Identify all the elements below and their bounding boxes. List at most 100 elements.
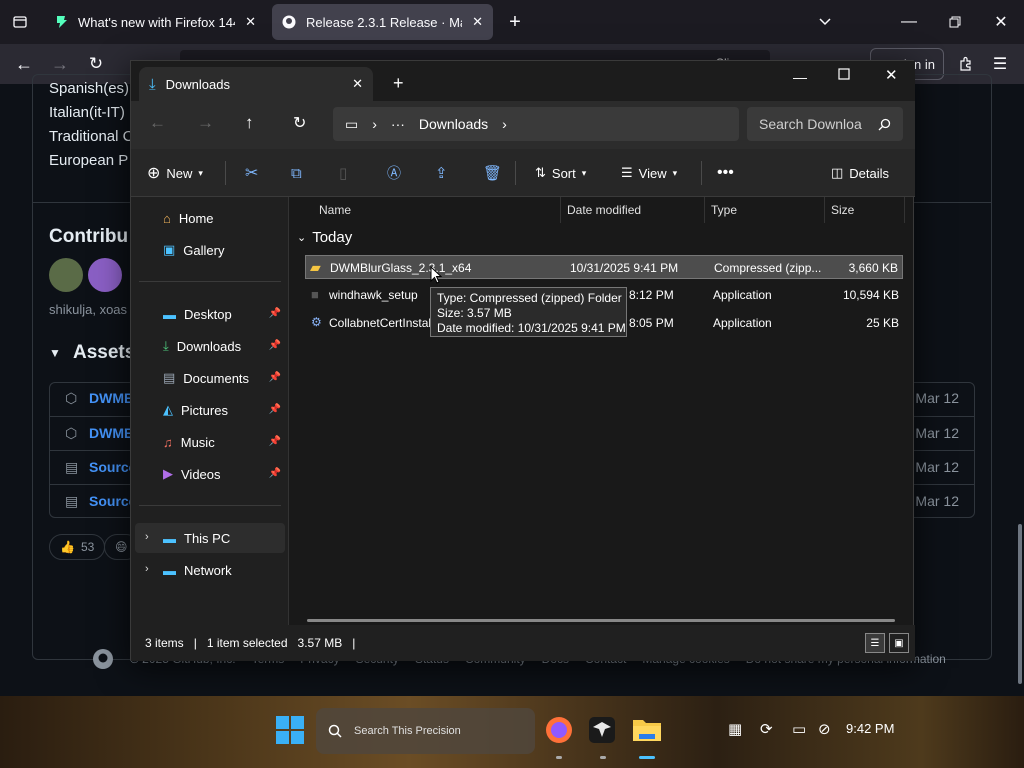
avatar[interactable] [88, 258, 122, 292]
paste-icon[interactable]: ▯ [339, 161, 347, 185]
nav-item-downloads[interactable]: ⤓ Downloads 📌 [135, 331, 285, 361]
reload-icon[interactable]: ↻ [84, 52, 108, 76]
copy-icon[interactable]: ⧉ [291, 161, 302, 185]
maximize-icon[interactable] [942, 10, 968, 34]
thumbs-up-icon: 👍 [60, 540, 75, 554]
search-icon [878, 118, 891, 130]
asset-link[interactable]: DWMB [89, 390, 134, 406]
package-icon: ⬡ [65, 425, 78, 441]
asset-link[interactable]: DWMB [89, 425, 134, 441]
nav-label: This PC [184, 530, 231, 546]
chevron-down-icon[interactable] [812, 10, 838, 34]
sync-alert-icon[interactable]: ⟳ [760, 720, 773, 738]
assets-heading[interactable]: Assets [73, 342, 135, 364]
taskbar-search[interactable]: Search This Precision [316, 708, 535, 754]
nav-item-this-pc[interactable]: › ▬ This PC [135, 523, 285, 553]
view-button[interactable]: ☰ View ▾ [621, 161, 677, 185]
caret-down-icon[interactable]: ▼ [49, 346, 61, 360]
tab-list-icon[interactable] [6, 10, 34, 34]
file-row[interactable]: ▰ DWMBlurGlass_2.3.1_x64 10/31/2025 9:41… [305, 255, 903, 279]
chevron-right-icon[interactable]: › [502, 116, 507, 132]
chevron-right-icon[interactable]: › [372, 116, 377, 132]
back-arrow-icon[interactable]: ← [149, 113, 166, 133]
close-tab-icon[interactable]: ✕ [352, 76, 363, 92]
nav-item-gallery[interactable]: ▣ Gallery [135, 235, 285, 265]
details-view-icon[interactable]: ☰ [865, 633, 885, 653]
rename-icon[interactable]: Ⓐ [387, 161, 401, 185]
tab-title: What's new with Firefox 144 [78, 14, 236, 30]
firefox-app-icon[interactable] [541, 712, 577, 748]
share-icon[interactable]: ⇪ [435, 161, 448, 185]
nav-label: Music [180, 434, 215, 450]
ellipsis-icon[interactable]: ··· [391, 116, 405, 132]
cut-icon[interactable]: ✂ [245, 161, 258, 185]
nav-label: Home [178, 210, 214, 226]
address-bar[interactable]: ▭ › ··· Downloads › [333, 107, 739, 141]
tab-github-release[interactable]: Release 2.3.1 Release · Maplesp ✕ [272, 4, 493, 40]
delete-icon[interactable]: 🗑 [483, 161, 502, 185]
forward-arrow-icon[interactable]: → [48, 52, 72, 76]
forward-arrow-icon[interactable]: → [197, 113, 214, 133]
monitor-icon: ▬ [163, 530, 176, 546]
nav-item-videos[interactable]: ▶ Videos 📌 [135, 459, 285, 489]
nav-item-pictures[interactable]: ◭ Pictures 📌 [135, 395, 285, 425]
nav-item-network[interactable]: › ▬ Network [135, 555, 285, 585]
nav-item-music[interactable]: ♫ Music 📌 [135, 427, 285, 457]
close-window-icon[interactable]: ✕ [988, 10, 1014, 34]
extensions-icon[interactable] [954, 52, 978, 76]
column-header-type[interactable]: Type [705, 197, 825, 223]
asset-date: Mar 12 [915, 493, 959, 509]
pin-icon[interactable]: 📌 [269, 404, 281, 415]
pin-icon[interactable]: 📌 [269, 436, 281, 447]
pin-icon[interactable]: 📌 [269, 468, 281, 479]
chevron-down-icon: ▾ [581, 167, 587, 178]
display-icon[interactable]: ▭ [792, 720, 806, 738]
close-tab-icon[interactable]: ✕ [472, 14, 483, 30]
tab-firefox-whats-new[interactable]: What's new with Firefox 144 ✕ [44, 4, 266, 40]
nav-item-documents[interactable]: ▤ Documents 📌 [135, 363, 285, 393]
nav-item-home[interactable]: ⌂ Home [135, 203, 285, 233]
minimize-icon[interactable]: — [793, 69, 807, 85]
group-header-today[interactable]: ⌄ Today [297, 229, 352, 246]
column-header-name[interactable]: Name [313, 197, 561, 223]
chevron-right-icon[interactable]: › [145, 563, 149, 575]
close-tab-icon[interactable]: ✕ [245, 14, 256, 30]
page-scrollbar[interactable] [1018, 524, 1022, 684]
file-explorer-app-icon[interactable] [629, 712, 665, 748]
windows-start-icon[interactable] [272, 712, 308, 748]
horizontal-scrollbar[interactable] [307, 619, 895, 622]
up-arrow-icon[interactable]: ↑ [245, 113, 254, 133]
nav-item-desktop[interactable]: ▬ Desktop 📌 [135, 299, 285, 329]
breadcrumb-downloads[interactable]: Downloads [419, 116, 488, 132]
sort-button[interactable]: ⇅ Sort ▾ [535, 161, 586, 185]
column-header-date[interactable]: Date modified [561, 197, 705, 223]
details-button[interactable]: ◫ Details [831, 161, 889, 185]
status-separator: | [193, 636, 197, 650]
close-window-icon[interactable]: ✕ [885, 66, 898, 84]
pin-icon[interactable]: 📌 [269, 308, 281, 319]
installer-icon: ⚙ [311, 315, 322, 329]
avatar[interactable] [49, 258, 83, 292]
hamburger-menu-icon[interactable]: ☰ [988, 52, 1012, 76]
refresh-icon[interactable]: ↻ [293, 113, 306, 133]
new-tab-icon[interactable]: + [502, 10, 528, 34]
more-options-icon[interactable]: ••• [717, 161, 734, 185]
minimize-icon[interactable]: — [896, 10, 922, 34]
pin-icon[interactable]: 📌 [269, 372, 281, 383]
qr-code-icon[interactable]: ▦ [728, 720, 742, 738]
column-label: Size [831, 203, 855, 217]
new-tab-icon[interactable]: + [393, 73, 404, 94]
chevron-right-icon[interactable]: › [145, 531, 149, 543]
reaction-thumbs-up[interactable]: 👍 53 [49, 534, 106, 560]
tiles-view-icon[interactable]: ▣ [889, 633, 909, 653]
back-arrow-icon[interactable]: ← [12, 52, 36, 76]
explorer-tab-downloads[interactable]: ⤓ Downloads ✕ [139, 67, 373, 101]
maximize-icon[interactable] [837, 67, 851, 84]
search-input[interactable]: Search Downloa [747, 107, 903, 141]
column-header-size[interactable]: Size [825, 197, 905, 223]
clock[interactable]: 9:42 PM [846, 721, 894, 736]
network-status-icon[interactable]: ⊘ [818, 720, 831, 738]
eagle-app-icon[interactable] [584, 712, 620, 748]
pin-icon[interactable]: 📌 [269, 340, 281, 351]
new-button[interactable]: ⊕ New ▾ [147, 161, 203, 185]
